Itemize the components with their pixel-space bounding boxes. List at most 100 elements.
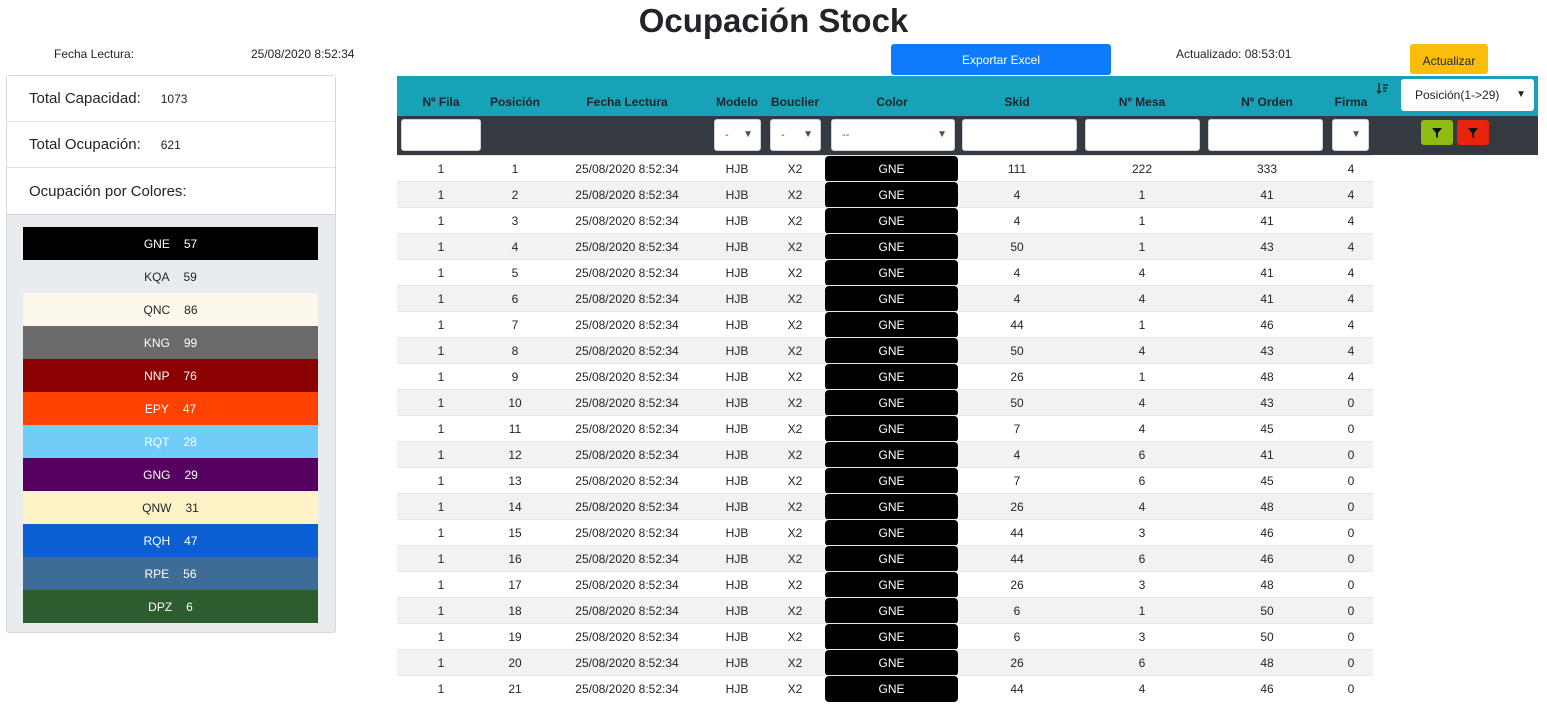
- table-row[interactable]: 1 19 25/08/2020 8:52:34 HJB X2 GNE 6 3 50 0: [397, 623, 1373, 650]
- cell-fecha-lectura: 25/08/2020 8:52:34: [575, 214, 679, 228]
- cell-fila: 1: [437, 214, 445, 228]
- color-name: KNG: [143, 335, 170, 350]
- table-row[interactable]: 1 20 25/08/2020 8:52:34 HJB X2 GNE 26 6 48 0: [397, 649, 1373, 676]
- cell-orden: 43: [1260, 240, 1274, 254]
- cell-fila: 1: [437, 344, 445, 358]
- color-item: RQH 47: [23, 524, 318, 557]
- cell-fecha-lectura: 25/08/2020 8:52:34: [575, 552, 679, 566]
- color-badge: GNE: [825, 494, 958, 520]
- cell-modelo: HJB: [725, 630, 749, 644]
- cell-firma: 0: [1347, 448, 1355, 462]
- color-name: GNE: [143, 236, 170, 251]
- cell-mesa: 6: [1138, 474, 1146, 488]
- filter-bouclier-select[interactable]: - ▼: [770, 119, 821, 151]
- cell-fecha-lectura: 25/08/2020 8:52:34: [575, 396, 679, 410]
- page-title: Ocupación Stock: [638, 2, 909, 39]
- color-item: KNG 99: [23, 326, 318, 359]
- table-row[interactable]: 1 10 25/08/2020 8:52:34 HJB X2 GNE 50 4 43 0: [397, 389, 1373, 416]
- table-row[interactable]: 1 17 25/08/2020 8:52:34 HJB X2 GNE 26 3 48 0: [397, 571, 1373, 598]
- table-row[interactable]: 1 16 25/08/2020 8:52:34 HJB X2 GNE 44 6 46 0: [397, 545, 1373, 572]
- cell-fecha-lectura: 25/08/2020 8:52:34: [575, 578, 679, 592]
- filter-skid-input[interactable]: [962, 119, 1077, 151]
- color-item: DPZ 6: [23, 590, 318, 623]
- color-name: QNW: [142, 500, 172, 515]
- table-row[interactable]: 1 9 25/08/2020 8:52:34 HJB X2 GNE 26 1 48 4: [397, 363, 1373, 390]
- cell-modelo: HJB: [725, 578, 749, 592]
- color-badge: GNE: [825, 156, 958, 182]
- table-row[interactable]: 1 6 25/08/2020 8:52:34 HJB X2 GNE 4 4 41 4: [397, 285, 1373, 312]
- table-row[interactable]: 1 5 25/08/2020 8:52:34 HJB X2 GNE 4 4 41 4: [397, 259, 1373, 286]
- color-item: GNE 57: [23, 227, 318, 260]
- cell-fecha-lectura: 25/08/2020 8:52:34: [575, 266, 679, 280]
- cell-firma: 0: [1347, 578, 1355, 592]
- color-item: QNW 31: [23, 491, 318, 524]
- filter-orden-input[interactable]: [1208, 119, 1323, 151]
- filter-mesa-input[interactable]: [1085, 119, 1200, 151]
- cell-mesa: 4: [1138, 292, 1146, 306]
- color-badge: GNE: [825, 546, 958, 572]
- cell-posicion: 3: [511, 214, 519, 228]
- table-row[interactable]: 1 7 25/08/2020 8:52:34 HJB X2 GNE 44 1 46 4: [397, 311, 1373, 338]
- header-mesa[interactable]: Nº Mesa: [1107, 95, 1177, 109]
- table-row[interactable]: 1 2 25/08/2020 8:52:34 HJB X2 GNE 4 1 41 4: [397, 181, 1373, 208]
- cell-bouclier: X2: [787, 188, 803, 202]
- filter-firma-select[interactable]: ▼: [1332, 119, 1369, 151]
- cell-firma: 4: [1347, 292, 1355, 306]
- fecha-lectura-value: 25/08/2020 8:52:34: [251, 47, 355, 61]
- cell-fecha-lectura: 25/08/2020 8:52:34: [575, 422, 679, 436]
- color-count: 6: [186, 599, 193, 614]
- table-row[interactable]: 1 8 25/08/2020 8:52:34 HJB X2 GNE 50 4 43 4: [397, 337, 1373, 364]
- total-capacity-label: Total Capacidad:: [29, 90, 141, 107]
- filter-fila-input[interactable]: [401, 119, 481, 151]
- table-row[interactable]: 1 4 25/08/2020 8:52:34 HJB X2 GNE 50 1 43 4: [397, 233, 1373, 260]
- cell-posicion: 11: [508, 422, 522, 436]
- table-row[interactable]: 1 14 25/08/2020 8:52:34 HJB X2 GNE 26 4 48 0: [397, 493, 1373, 520]
- header-orden[interactable]: Nº Orden: [1229, 95, 1305, 109]
- cell-skid: 44: [1010, 318, 1024, 332]
- chevron-down-icon: ▼: [1351, 129, 1361, 140]
- filter-color-select[interactable]: -- ▼: [831, 119, 955, 151]
- table-row[interactable]: 1 12 25/08/2020 8:52:34 HJB X2 GNE 4 6 41 0: [397, 441, 1373, 468]
- header-color[interactable]: Color: [859, 95, 925, 109]
- header-fecha-lectura[interactable]: Fecha Lectura: [567, 95, 687, 109]
- cell-firma: 0: [1347, 500, 1355, 514]
- header-firma[interactable]: Firma: [1327, 95, 1375, 109]
- header-posicion[interactable]: Posición: [481, 95, 549, 109]
- cell-firma: 4: [1347, 240, 1355, 254]
- cell-mesa: 4: [1138, 682, 1146, 696]
- table-row[interactable]: 1 21 25/08/2020 8:52:34 HJB X2 GNE 44 4 46 0: [397, 675, 1373, 702]
- color-item: NNP 76: [23, 359, 318, 392]
- header-fila[interactable]: Nº Fila: [411, 95, 471, 109]
- total-capacity-value: 1073: [160, 91, 188, 106]
- sort-select[interactable]: Posición(1->29) ▼: [1401, 79, 1534, 111]
- cell-modelo: HJB: [725, 370, 749, 384]
- clear-filter-button[interactable]: [1457, 120, 1489, 145]
- cell-fila: 1: [437, 682, 445, 696]
- header-bouclier[interactable]: Bouclier: [767, 95, 823, 109]
- sort-desc-icon[interactable]: [1376, 82, 1389, 98]
- color-badge: GNE: [825, 624, 958, 650]
- table-row[interactable]: 1 1 25/08/2020 8:52:34 HJB X2 GNE 111 222 333 4: [397, 155, 1373, 182]
- header-skid[interactable]: Skid: [987, 95, 1047, 109]
- cell-posicion: 20: [508, 656, 522, 670]
- cell-modelo: HJB: [725, 240, 749, 254]
- table-row[interactable]: 1 3 25/08/2020 8:52:34 HJB X2 GNE 4 1 41 4: [397, 207, 1373, 234]
- table-row[interactable]: 1 11 25/08/2020 8:52:34 HJB X2 GNE 7 4 45 0: [397, 415, 1373, 442]
- cell-firma: 0: [1347, 656, 1355, 670]
- cell-bouclier: X2: [787, 474, 803, 488]
- last-updated-text: Actualizado: 08:53:01: [1176, 47, 1292, 61]
- filter-modelo-select[interactable]: - ▼: [714, 119, 761, 151]
- color-count: 57: [183, 236, 198, 251]
- table-row[interactable]: 1 18 25/08/2020 8:52:34 HJB X2 GNE 6 1 50 0: [397, 597, 1373, 624]
- occupancy-by-color-row: Ocupación por Colores:: [7, 168, 335, 215]
- update-button[interactable]: Actualizar: [1410, 44, 1488, 74]
- header-modelo[interactable]: Modelo: [709, 95, 765, 109]
- cell-modelo: HJB: [725, 292, 749, 306]
- table-row[interactable]: 1 13 25/08/2020 8:52:34 HJB X2 GNE 7 6 45 0: [397, 467, 1373, 494]
- apply-filter-button[interactable]: [1421, 120, 1453, 145]
- cell-fecha-lectura: 25/08/2020 8:52:34: [575, 656, 679, 670]
- cell-orden: 48: [1260, 578, 1274, 592]
- table-row[interactable]: 1 15 25/08/2020 8:52:34 HJB X2 GNE 44 3 46 0: [397, 519, 1373, 546]
- export-excel-button[interactable]: Exportar Excel: [891, 44, 1111, 75]
- cell-bouclier: X2: [787, 214, 803, 228]
